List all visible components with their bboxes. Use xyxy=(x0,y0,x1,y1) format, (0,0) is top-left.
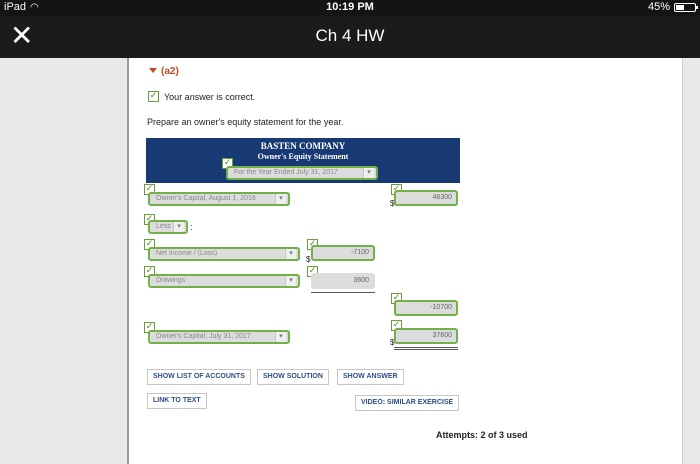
closing-underline-1 xyxy=(394,347,458,348)
status-time: 10:19 PM xyxy=(326,1,374,13)
battery-fill xyxy=(676,4,684,10)
status-right: 45% xyxy=(647,1,698,13)
drawings-input[interactable]: 3600 xyxy=(311,273,375,289)
less-colon: : xyxy=(190,222,193,232)
part-label: (a2) xyxy=(161,66,179,77)
correct-message: Your answer is correct. xyxy=(164,92,256,102)
closing-underline-2 xyxy=(394,349,458,350)
opening-capital-input[interactable]: 48300 xyxy=(394,190,458,206)
nav-bar: ✕ Ch 4 HW xyxy=(0,16,700,58)
show-list-of-accounts-button[interactable]: SHOW LIST OF ACCOUNTS xyxy=(147,369,251,385)
show-answer-button[interactable]: SHOW ANSWER xyxy=(337,369,404,385)
collapse-triangle-icon xyxy=(149,68,157,73)
video-similar-exercise-button[interactable]: VIDEO: SIMILAR EXERCISE xyxy=(355,395,460,411)
net-income-select[interactable]: Net Income / (Loss) xyxy=(148,247,300,261)
drawings-underline xyxy=(311,292,375,293)
drawings-select[interactable]: Drawings xyxy=(148,274,300,288)
question-panel: (a2) ✓ Your answer is correct. Prepare a… xyxy=(127,58,683,464)
correct-check-icon: ✓ xyxy=(148,91,159,102)
status-bar: iPad ◠ 10:19 PM 45% xyxy=(0,0,700,16)
attempts-counter: Attempts: 2 of 3 used xyxy=(436,430,528,440)
battery-icon xyxy=(674,2,698,12)
closing-capital-input[interactable]: 37600 xyxy=(394,328,458,344)
part-toggle[interactable]: (a2) xyxy=(149,66,179,77)
statement-name: Owner's Equity Statement xyxy=(257,152,349,161)
instruction-text: Prepare an owner's equity statement for … xyxy=(147,117,344,127)
net-income-dollar: $ xyxy=(306,255,311,264)
period-select[interactable]: For the Year Ended July 31, 2017 xyxy=(226,166,378,180)
closing-capital-select[interactable]: Owner's Capital, July 31, 2017 xyxy=(148,330,290,344)
opening-capital-select[interactable]: Owner's Capital, August 1, 2016 xyxy=(148,192,290,206)
battery-percent: 45% xyxy=(647,1,670,13)
total-less-input[interactable]: -10700 xyxy=(394,300,458,316)
page-title: Ch 4 HW xyxy=(315,26,385,45)
company-name: BASTEN COMPANY xyxy=(260,141,346,151)
net-income-input[interactable]: -7100 xyxy=(311,245,375,261)
less-select[interactable]: Less xyxy=(148,220,188,234)
show-solution-button[interactable]: SHOW SOLUTION xyxy=(257,369,329,385)
link-to-text-button[interactable]: LINK TO TEXT xyxy=(147,393,207,409)
